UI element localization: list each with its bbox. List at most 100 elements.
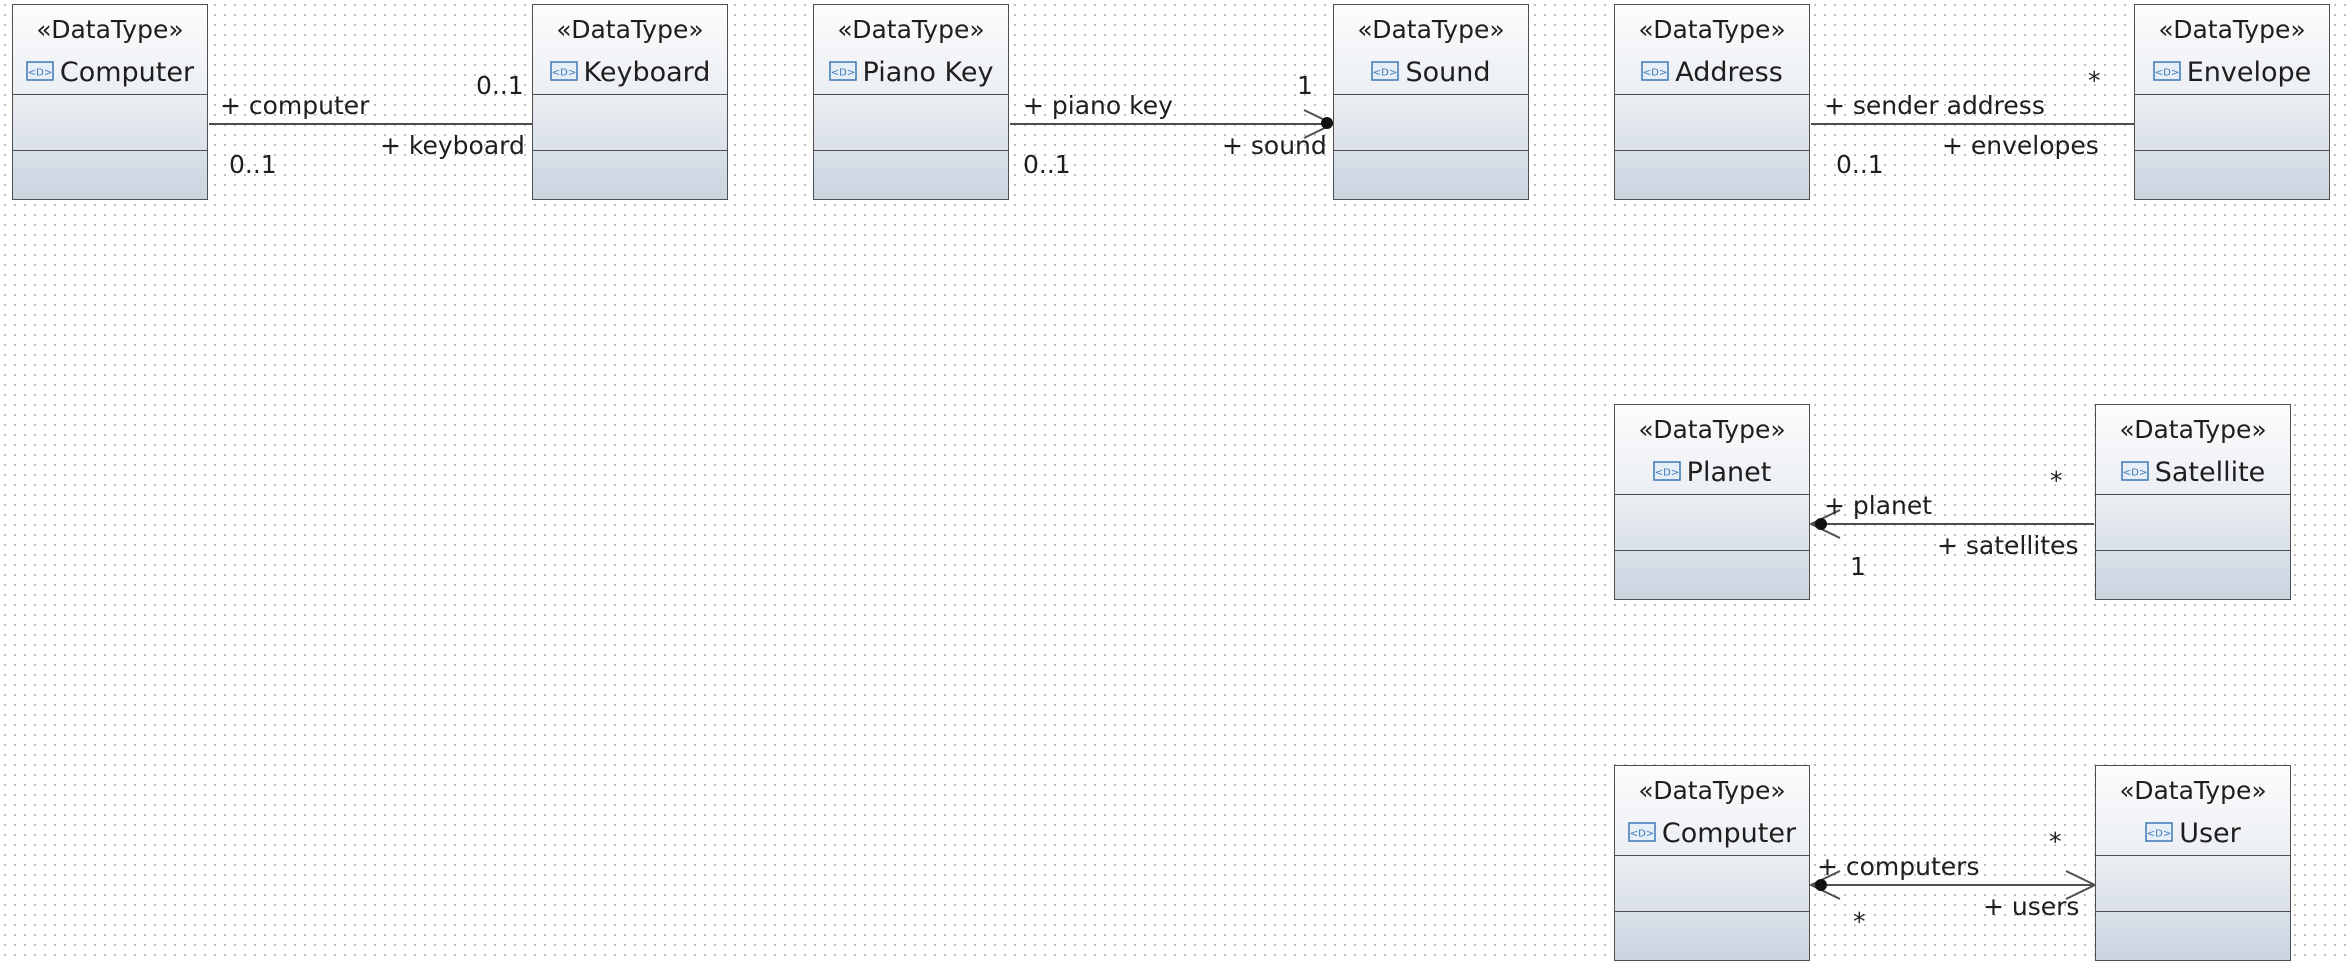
class-name: Computer	[1661, 818, 1797, 849]
multiplicity-label[interactable]: *	[2050, 468, 2063, 493]
svg-text:<D>: <D>	[2147, 828, 2171, 839]
multiplicity-label[interactable]: 0..1	[229, 152, 277, 177]
class-name: Sound	[1405, 57, 1491, 88]
svg-text:<D>: <D>	[1630, 828, 1654, 839]
class-box-computer-2[interactable]: «DataType» <D> Computer	[1614, 765, 1810, 961]
attributes-compartment[interactable]	[1334, 95, 1528, 151]
class-name-row: <D> Sound	[1334, 57, 1528, 88]
svg-text:<D>: <D>	[1654, 467, 1678, 478]
datatype-icon: <D>	[828, 60, 857, 81]
datatype-icon: <D>	[549, 60, 578, 81]
role-label-planet[interactable]: + planet	[1824, 493, 1932, 518]
stereotype-label: «DataType»	[36, 15, 184, 44]
class-name-row: <D> Address	[1615, 57, 1809, 88]
role-label-sound[interactable]: + sound	[1222, 133, 1327, 158]
multiplicity-label[interactable]: 0..1	[1836, 152, 1884, 177]
class-header: «DataType» <D> Address	[1615, 5, 1809, 95]
svg-text:<D>: <D>	[2154, 67, 2178, 78]
uml-class-diagram: «DataType» <D> Computer «DataType» <D> Key…	[0, 0, 2351, 961]
class-name-row: <D> Keyboard	[533, 57, 727, 88]
ownership-dot-icon	[1321, 117, 1333, 129]
class-name-row: <D> Planet	[1615, 457, 1809, 488]
class-name: Computer	[59, 57, 195, 88]
attributes-compartment[interactable]	[2135, 95, 2329, 151]
datatype-icon: <D>	[1371, 60, 1400, 81]
stereotype-label: «DataType»	[556, 15, 704, 44]
class-name-row: <D> Envelope	[2135, 57, 2329, 88]
svg-text:<D>: <D>	[28, 67, 52, 78]
class-box-envelope[interactable]: «DataType» <D> Envelope	[2134, 4, 2330, 200]
class-header: «DataType» <D> Sound	[1334, 5, 1528, 95]
stereotype-label: «DataType»	[1638, 415, 1786, 444]
attributes-compartment[interactable]	[2096, 856, 2290, 912]
attributes-compartment[interactable]	[2096, 495, 2290, 551]
role-label-computers[interactable]: + computers	[1817, 854, 1980, 879]
multiplicity-label[interactable]: 0..1	[476, 73, 524, 98]
class-name: Satellite	[2154, 457, 2266, 488]
role-label-keyboard[interactable]: + keyboard	[380, 133, 525, 158]
multiplicity-label[interactable]: 1	[1297, 73, 1313, 98]
class-box-piano-key[interactable]: «DataType» <D> Piano Key	[813, 4, 1009, 200]
class-box-keyboard[interactable]: «DataType» <D> Keyboard	[532, 4, 728, 200]
role-label-users[interactable]: + users	[1983, 894, 2079, 919]
multiplicity-label[interactable]: *	[2088, 68, 2101, 93]
datatype-icon: <D>	[1641, 60, 1669, 81]
svg-text:<D>: <D>	[830, 67, 854, 78]
role-label-envelopes[interactable]: + envelopes	[1942, 133, 2099, 158]
attributes-compartment[interactable]	[13, 95, 207, 151]
svg-text:<D>: <D>	[2122, 467, 2146, 478]
attributes-compartment[interactable]	[533, 95, 727, 151]
class-header: «DataType» <D> Computer	[13, 5, 207, 95]
stereotype-label: «DataType»	[1638, 15, 1786, 44]
svg-text:<D>: <D>	[1373, 67, 1397, 78]
class-box-satellite[interactable]: «DataType» <D> Satellite	[2095, 404, 2291, 600]
class-name-row: <D> Piano Key	[814, 57, 1008, 88]
stereotype-label: «DataType»	[1357, 15, 1505, 44]
datatype-icon: <D>	[26, 60, 54, 81]
class-header: «DataType» <D> Computer	[1615, 766, 1809, 856]
multiplicity-label[interactable]: *	[2049, 829, 2062, 854]
class-box-address[interactable]: «DataType» <D> Address	[1614, 4, 1810, 200]
datatype-icon: <D>	[2152, 60, 2181, 81]
datatype-icon: <D>	[2120, 460, 2149, 481]
multiplicity-label[interactable]: *	[1853, 909, 1866, 934]
stereotype-label: «DataType»	[1638, 776, 1786, 805]
class-header: «DataType» <D> Envelope	[2135, 5, 2329, 95]
class-name-row: <D> User	[2096, 818, 2290, 849]
svg-text:<D>: <D>	[1643, 67, 1667, 78]
datatype-icon: <D>	[2145, 821, 2173, 842]
stereotype-label: «DataType»	[837, 15, 985, 44]
multiplicity-label[interactable]: 1	[1850, 554, 1866, 579]
stereotype-label: «DataType»	[2119, 776, 2267, 805]
class-name-row: <D> Computer	[1615, 818, 1809, 849]
class-name: Address	[1675, 57, 1783, 88]
class-name: Keyboard	[583, 57, 711, 88]
class-header: «DataType» <D> Piano Key	[814, 5, 1008, 95]
role-label-computer[interactable]: + computer	[220, 93, 369, 118]
class-name: Piano Key	[862, 57, 994, 88]
svg-text:<D>: <D>	[551, 67, 575, 78]
multiplicity-label[interactable]: 0..1	[1023, 152, 1071, 177]
stereotype-label: «DataType»	[2158, 15, 2306, 44]
class-box-user[interactable]: «DataType» <D> User	[2095, 765, 2291, 961]
class-name: User	[2179, 818, 2241, 849]
attributes-compartment[interactable]	[1615, 495, 1809, 551]
attributes-compartment[interactable]	[814, 95, 1008, 151]
class-name: Envelope	[2186, 57, 2312, 88]
class-header: «DataType» <D> User	[2096, 766, 2290, 856]
class-header: «DataType» <D> Satellite	[2096, 405, 2290, 495]
class-box-planet[interactable]: «DataType» <D> Planet	[1614, 404, 1810, 600]
class-box-sound[interactable]: «DataType» <D> Sound	[1333, 4, 1529, 200]
class-header: «DataType» <D> Planet	[1615, 405, 1809, 495]
role-label-piano-key[interactable]: + piano key	[1023, 93, 1173, 118]
datatype-icon: <D>	[1628, 821, 1656, 842]
class-header: «DataType» <D> Keyboard	[533, 5, 727, 95]
class-box-computer[interactable]: «DataType» <D> Computer	[12, 4, 208, 200]
attributes-compartment[interactable]	[1615, 856, 1809, 912]
role-label-satellites[interactable]: + satellites	[1937, 533, 2078, 558]
attributes-compartment[interactable]	[1615, 95, 1809, 151]
class-name: Planet	[1686, 457, 1772, 488]
class-name-row: <D> Satellite	[2096, 457, 2290, 488]
stereotype-label: «DataType»	[2119, 415, 2267, 444]
role-label-sender-address[interactable]: + sender address	[1824, 93, 2045, 118]
